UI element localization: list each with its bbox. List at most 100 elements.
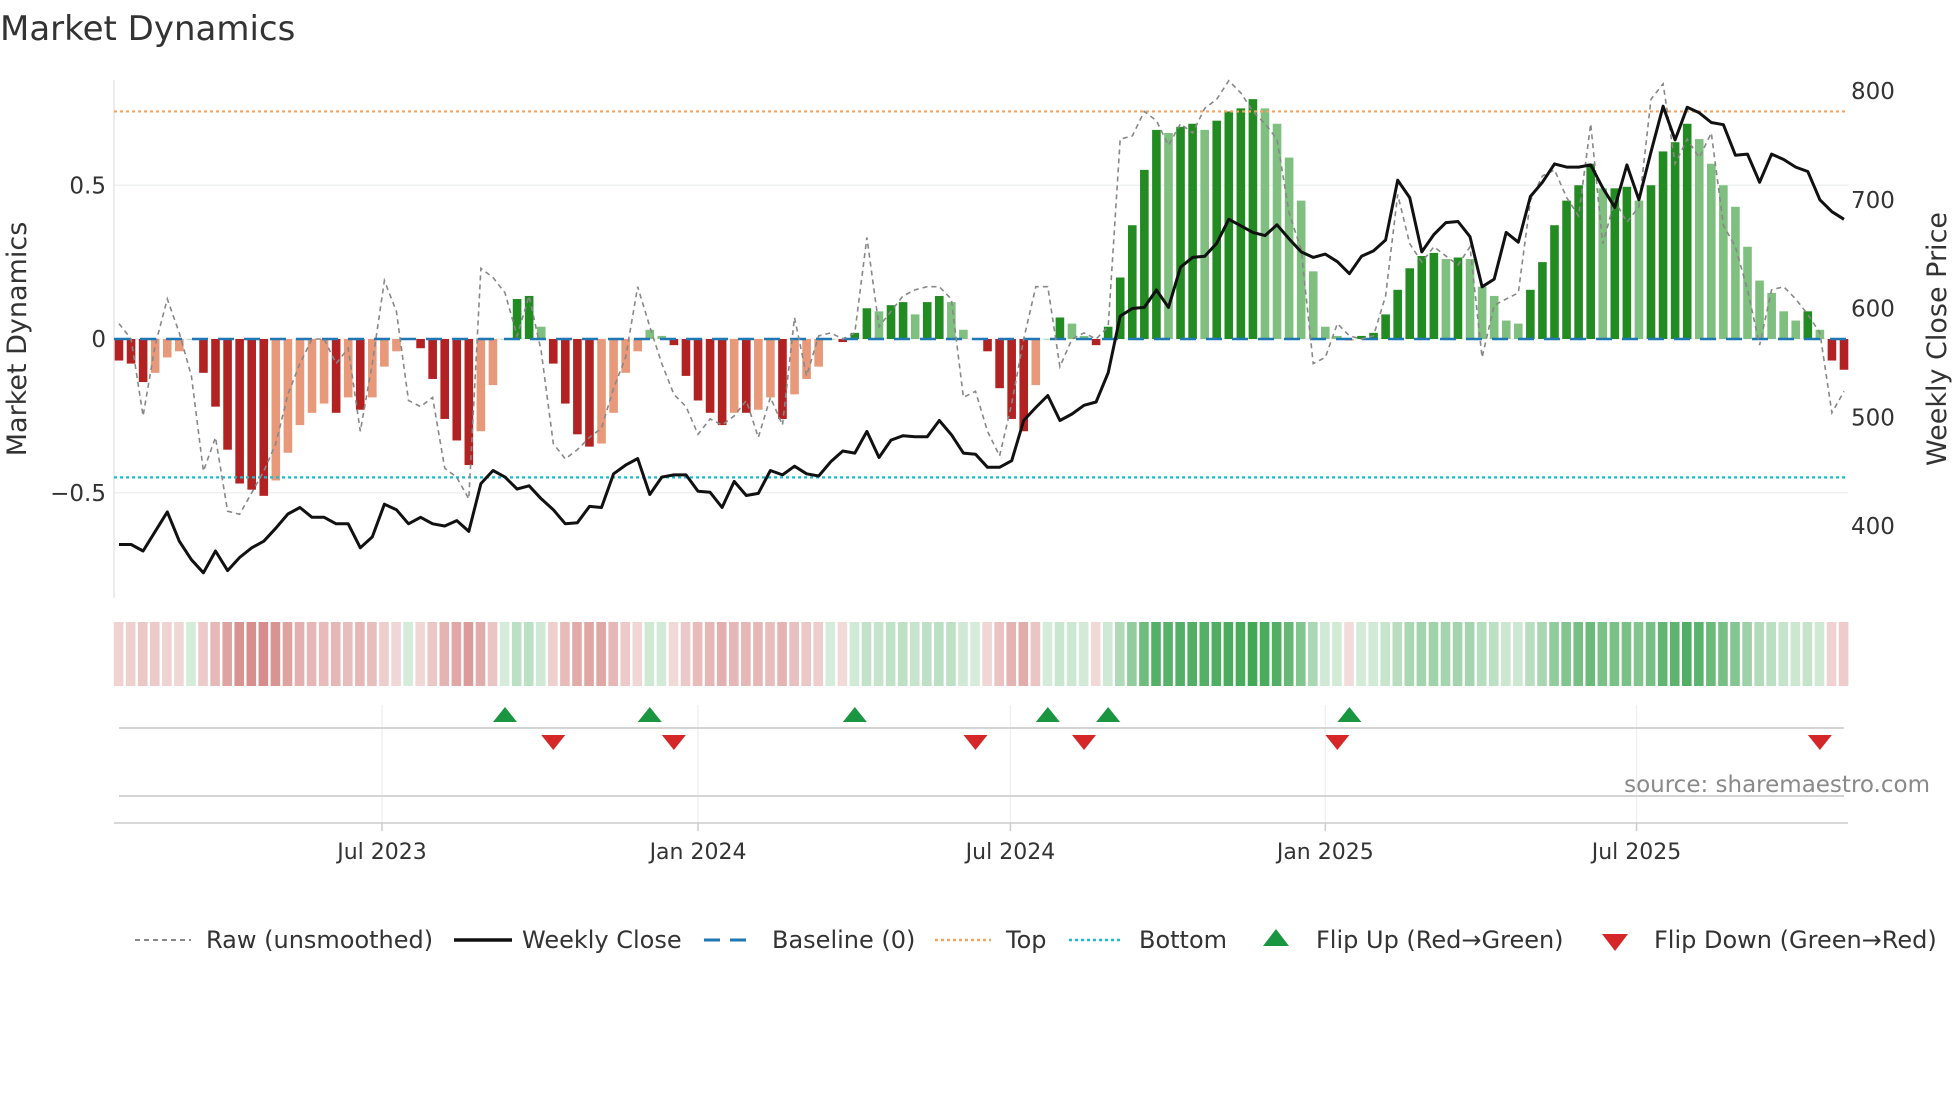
regime-cell bbox=[1681, 622, 1692, 686]
regime-cell bbox=[632, 622, 643, 686]
regime-cell bbox=[1115, 622, 1125, 686]
regime-cell bbox=[1416, 622, 1427, 686]
regime-cell bbox=[560, 622, 570, 686]
regime-cell bbox=[1645, 622, 1656, 686]
regime-cell bbox=[1585, 622, 1596, 686]
dynamics-bar bbox=[1526, 289, 1535, 339]
dynamics-bar bbox=[1779, 311, 1788, 339]
dynamics-bar bbox=[1200, 129, 1209, 339]
regime-cell bbox=[342, 622, 353, 686]
regime-cell bbox=[873, 622, 884, 686]
regime-cell bbox=[174, 622, 184, 686]
regime-cell bbox=[1356, 622, 1366, 686]
regime-cell bbox=[801, 622, 811, 686]
legend-flip-down-icon bbox=[1602, 934, 1628, 951]
regime-cell bbox=[1440, 622, 1451, 686]
dynamics-bar bbox=[440, 339, 449, 419]
x-tick-label: Jul 2025 bbox=[1590, 840, 1682, 865]
dynamics-bar bbox=[1007, 339, 1016, 419]
dynamics-bar bbox=[1501, 320, 1511, 339]
dynamics-bar bbox=[1731, 206, 1740, 339]
regime-cell bbox=[897, 622, 908, 686]
regime-cell bbox=[994, 622, 1004, 686]
regime-cell bbox=[1525, 622, 1535, 686]
regime-cell bbox=[1694, 622, 1704, 686]
regime-cell bbox=[1042, 622, 1053, 686]
dynamics-bar bbox=[199, 339, 208, 373]
regime-cell bbox=[1452, 622, 1463, 686]
dynamics-bar bbox=[1719, 185, 1728, 339]
regime-cell bbox=[946, 622, 956, 686]
legend-top-label: Top bbox=[1005, 926, 1047, 954]
dynamics-bar bbox=[1767, 292, 1776, 339]
regime-cell bbox=[113, 622, 124, 686]
dynamics-bar bbox=[1574, 185, 1583, 339]
regime-cell bbox=[1718, 622, 1728, 686]
regime-cell bbox=[210, 622, 220, 686]
legend: Raw (unsmoothed) Weekly Close Baseline (… bbox=[135, 926, 1937, 954]
left-tick-label: 0.5 bbox=[69, 173, 106, 199]
regime-cell bbox=[355, 622, 365, 686]
regime-cell bbox=[1199, 622, 1210, 686]
regime-cell bbox=[1790, 622, 1801, 686]
dynamics-bar bbox=[1103, 326, 1113, 339]
regime-cell bbox=[608, 622, 618, 686]
dynamics-bar bbox=[452, 339, 462, 441]
regime-cell bbox=[1730, 622, 1740, 686]
dynamics-bar bbox=[1212, 120, 1222, 339]
regime-cell bbox=[222, 622, 232, 686]
dynamics-bar bbox=[1634, 200, 1644, 339]
regime-cell bbox=[1078, 622, 1089, 686]
dynamics-bar bbox=[211, 339, 220, 407]
regime-cell bbox=[1802, 622, 1813, 686]
regime-cell bbox=[1320, 622, 1330, 686]
regime-cell bbox=[234, 622, 245, 686]
regime-cell bbox=[970, 622, 980, 686]
regime-cell bbox=[620, 622, 631, 686]
dynamics-bar bbox=[862, 308, 872, 339]
dynamics-bar bbox=[150, 339, 160, 373]
right-axis-ticks: 800 700 600 500 400 bbox=[1851, 79, 1895, 540]
dynamics-bar bbox=[1176, 126, 1185, 339]
regime-cell bbox=[644, 622, 655, 686]
dynamics-bar bbox=[1393, 289, 1402, 339]
dynamics-bar bbox=[488, 339, 498, 386]
regime-cell bbox=[1476, 622, 1487, 686]
regime-cell bbox=[415, 622, 425, 686]
regime-cell bbox=[1561, 622, 1571, 686]
regime-cell bbox=[1597, 622, 1608, 686]
x-tick-label: Jan 2025 bbox=[1275, 840, 1374, 865]
regime-cell bbox=[1054, 622, 1065, 686]
regime-cell bbox=[149, 622, 160, 686]
dynamics-bar bbox=[235, 339, 244, 484]
regime-cell bbox=[680, 622, 691, 686]
dynamics-bar bbox=[416, 339, 425, 349]
dynamics-bar bbox=[898, 302, 908, 339]
dynamics-bar bbox=[1598, 188, 1608, 339]
flip-up-marker bbox=[1096, 707, 1121, 722]
dynamics-bar bbox=[476, 339, 486, 432]
dynamics-bar bbox=[524, 295, 534, 339]
regime-cell bbox=[511, 622, 522, 686]
dynamics-bar bbox=[392, 339, 401, 352]
regime-cell bbox=[813, 622, 824, 686]
dynamics-bar bbox=[705, 339, 715, 413]
legend-close-label: Weekly Close bbox=[522, 926, 682, 954]
regime-cell bbox=[1826, 622, 1837, 686]
regime-cell bbox=[1090, 622, 1101, 686]
regime-cell bbox=[885, 622, 896, 686]
regime-cell bbox=[499, 622, 510, 686]
dynamics-bar bbox=[1694, 139, 1704, 339]
regime-cell bbox=[1657, 622, 1668, 686]
dynamics-bar bbox=[633, 339, 643, 352]
dynamics-bar bbox=[1538, 262, 1547, 339]
x-tick-label: Jan 2024 bbox=[648, 840, 747, 865]
dynamics-bar bbox=[331, 339, 341, 413]
regime-cell bbox=[1404, 622, 1415, 686]
regime-cell bbox=[282, 622, 293, 686]
regime-cell bbox=[584, 622, 594, 686]
flip-down-marker bbox=[1325, 735, 1350, 750]
dynamics-bar bbox=[114, 339, 124, 361]
regime-cell bbox=[186, 622, 196, 686]
dynamics-bar bbox=[1429, 252, 1439, 339]
